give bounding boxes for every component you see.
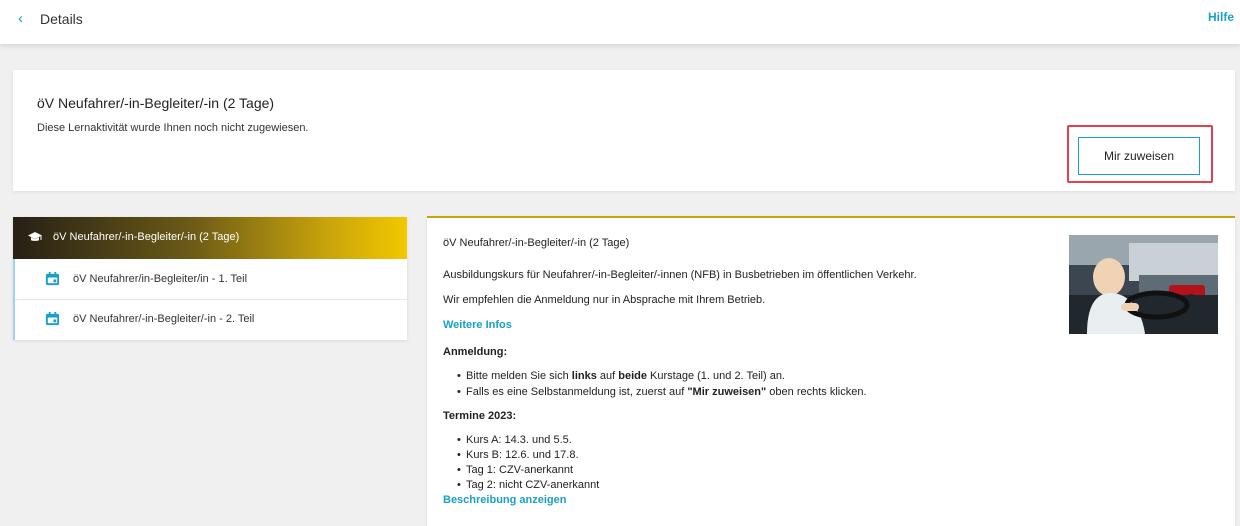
- course-photo: [1069, 235, 1218, 334]
- course-intro: Ausbildungskurs für Neufahrer/-in-Beglei…: [443, 269, 917, 281]
- list-text: Kurstage (1. und 2. Teil) an.: [647, 370, 785, 382]
- course-description: öV Neufahrer/-in-Begleiter/-in (2 Tage) …: [443, 237, 1063, 506]
- activity-title: öV Neufahrer/-in-Begleiter/-in (2 Tage): [37, 95, 275, 111]
- list-text-bold: beide: [618, 370, 647, 382]
- activity-header-card: öV Neufahrer/-in-Begleiter/-in (2 Tage) …: [13, 70, 1235, 191]
- calendar-icon: [45, 271, 60, 286]
- sidebar-item-label: öV Neufahrer/in-Begleiter/in - 1. Teil: [73, 273, 248, 285]
- sidebar-item-part-2[interactable]: öV Neufahrer/-in-Begleiter/-in - 2. Teil: [13, 299, 407, 340]
- list-item: Tag 1: CZV-anerkannt: [457, 464, 1063, 476]
- list-item: Bitte melden Sie sich links auf beide Ku…: [457, 370, 1063, 382]
- curriculum-sidebar: öV Neufahrer/-in-Begleiter/-in (2 Tage) …: [13, 217, 407, 340]
- course-detail-panel: öV Neufahrer/-in-Begleiter/-in (2 Tage) …: [427, 216, 1235, 526]
- list-item: Kurs B: 12.6. und 17.8.: [457, 449, 1063, 461]
- dates-heading: Termine 2023:: [443, 410, 517, 422]
- list-text: Falls es eine Selbstanmeldung ist, zuers…: [466, 386, 688, 398]
- sidebar-item-course[interactable]: öV Neufahrer/-in-Begleiter/-in (2 Tage): [13, 217, 407, 259]
- back-chevron-icon[interactable]: ‹: [18, 10, 23, 27]
- list-item: Kurs A: 14.3. und 5.5.: [457, 434, 1063, 446]
- list-text: auf: [596, 370, 619, 382]
- dates-list: Kurs A: 14.3. und 5.5. Kurs B: 12.6. und…: [457, 434, 1063, 491]
- show-description-link[interactable]: Beschreibung anzeigen: [443, 494, 1063, 506]
- graduation-cap-icon: [28, 232, 42, 241]
- list-text: oben rechts klicken.: [766, 386, 867, 398]
- help-link[interactable]: Hilfe: [1208, 10, 1234, 24]
- list-text-bold: "Mir zuweisen": [687, 386, 767, 398]
- course-title: öV Neufahrer/-in-Begleiter/-in (2 Tage): [443, 237, 630, 249]
- registration-list: Bitte melden Sie sich links auf beide Ku…: [457, 370, 1063, 398]
- page-title: Details: [40, 11, 83, 27]
- more-info-link[interactable]: Weitere Infos: [443, 319, 1063, 331]
- calendar-icon: [45, 311, 60, 326]
- list-item: Tag 2: nicht CZV-anerkannt: [457, 479, 1063, 491]
- list-text-bold: links: [571, 370, 597, 382]
- sidebar-item-part-1[interactable]: öV Neufahrer/in-Begleiter/in - 1. Teil: [13, 259, 407, 300]
- list-item: Falls es eine Selbstanmeldung ist, zuers…: [457, 386, 1063, 398]
- sidebar-item-label: öV Neufahrer/-in-Begleiter/-in (2 Tage): [53, 231, 240, 243]
- top-bar: ‹ Details Hilfe: [0, 0, 1240, 44]
- assign-to-me-button[interactable]: Mir zuweisen: [1078, 137, 1200, 175]
- sidebar-item-label: öV Neufahrer/-in-Begleiter/-in - 2. Teil: [73, 313, 255, 325]
- assignment-status-text: Diese Lernaktivität wurde Ihnen noch nic…: [37, 122, 309, 134]
- registration-heading: Anmeldung:: [443, 346, 508, 358]
- course-recommendation: Wir empfehlen die Anmeldung nur in Abspr…: [443, 294, 766, 306]
- list-text: Bitte melden Sie sich: [466, 370, 572, 382]
